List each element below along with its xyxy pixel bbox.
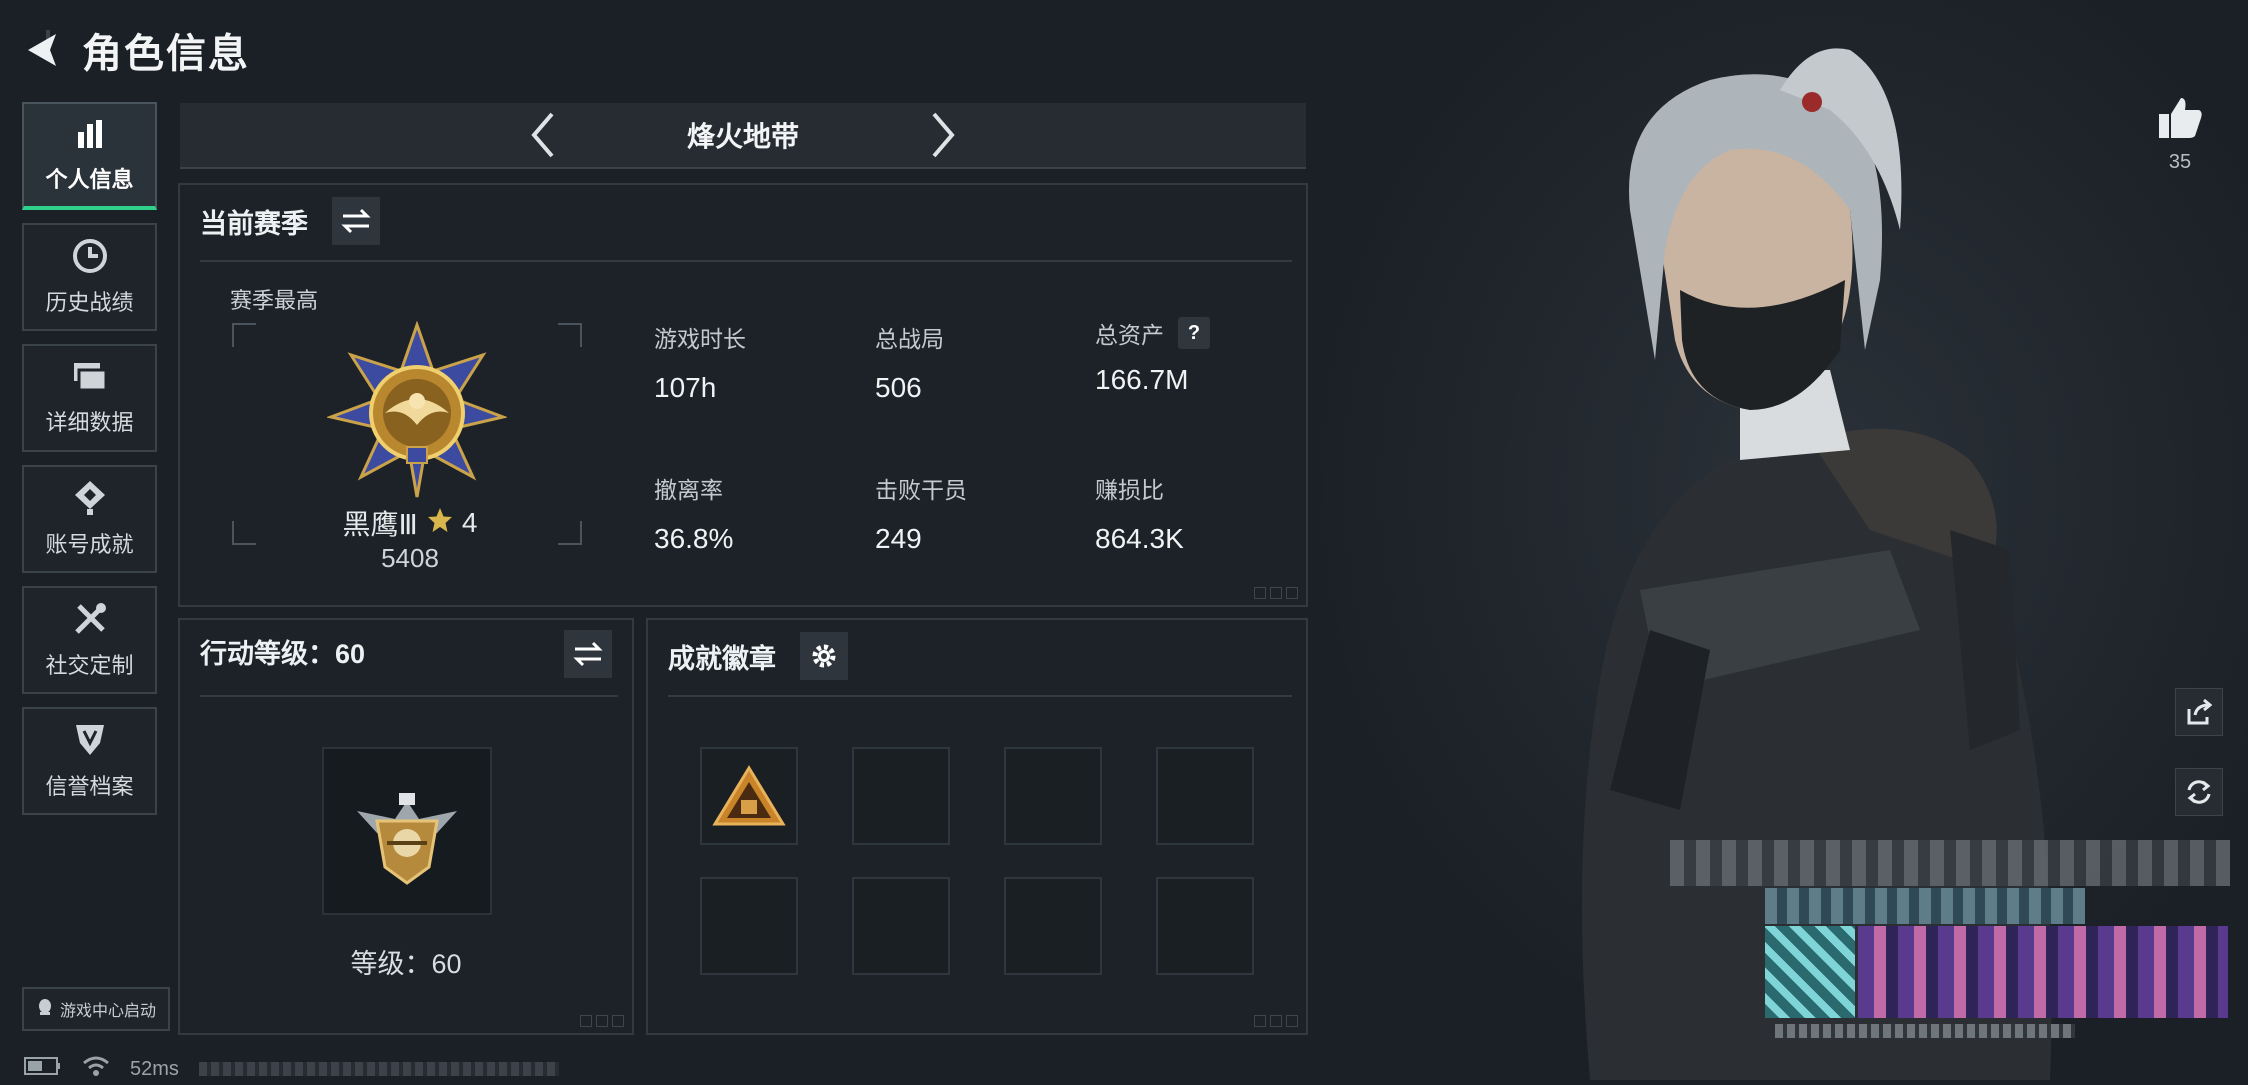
rank-score: 5408 xyxy=(381,543,439,573)
blurred-version-text xyxy=(198,1062,559,1076)
warning-triangle-badge-icon xyxy=(712,765,786,826)
refresh-icon xyxy=(2187,780,2211,804)
sidebar-item-label: 详细数据 xyxy=(45,410,134,435)
thumbs-up-icon[interactable] xyxy=(2157,98,2203,144)
sidebar-item-achievements[interactable]: 账号成就 xyxy=(22,465,157,573)
gear-icon xyxy=(812,644,836,668)
stat-kills: 击败干员 249 xyxy=(875,471,967,555)
stat-label: 击败干员 xyxy=(875,477,967,503)
corner-decoration xyxy=(580,1015,624,1027)
corner-decoration xyxy=(1254,1015,1298,1027)
badge-slot[interactable] xyxy=(700,747,798,845)
swap-icon xyxy=(573,641,603,667)
stat-value: 107h xyxy=(654,372,717,403)
page-title: 角色信息 xyxy=(82,32,250,76)
badge-slot[interactable] xyxy=(852,747,950,845)
achievements-panel: 成就徽章 xyxy=(646,618,1308,1035)
sidebar-item-history[interactable]: 历史战绩 xyxy=(22,223,157,331)
like-count: 35 xyxy=(2168,151,2192,173)
stat-label: 撤离率 xyxy=(654,477,723,503)
aircraft-level-badge-icon xyxy=(357,793,457,885)
stat-label: 总资产 xyxy=(1095,322,1164,348)
action-level-title: 行动等级：60 xyxy=(200,639,366,669)
battery-icon xyxy=(24,1056,62,1082)
divider xyxy=(200,695,618,697)
badge-slot[interactable] xyxy=(1156,877,1254,975)
qq-icon xyxy=(36,997,54,1022)
stat-label: 赚损比 xyxy=(1095,477,1164,503)
black-hawk-rank-medal-icon xyxy=(325,320,509,506)
rank-name: 黑鹰Ⅲ xyxy=(342,509,418,540)
achievements-title: 成就徽章 xyxy=(668,643,776,674)
badge-slot[interactable] xyxy=(1004,747,1102,845)
badge-slot[interactable] xyxy=(852,877,950,975)
header: 角色信息 xyxy=(20,20,250,80)
sidebar-item-label: 信誉档案 xyxy=(45,774,134,799)
sidebar-item-social[interactable]: 社交定制 xyxy=(22,586,157,694)
next-mode-button[interactable] xyxy=(908,110,978,160)
divider xyxy=(200,260,1292,262)
stat-label: 总战局 xyxy=(875,326,944,352)
swap-icon xyxy=(341,208,371,234)
tools-icon xyxy=(71,600,109,638)
season-best-label: 赛季最高 xyxy=(230,288,319,313)
season-switch-button[interactable] xyxy=(332,197,380,245)
stat-label: 游戏时长 xyxy=(654,326,746,352)
sidebar-item-label: 个人信息 xyxy=(45,167,134,192)
mode-name: 烽火地带 xyxy=(686,121,799,152)
status-bar: 52ms xyxy=(24,1055,559,1083)
badge-slot[interactable] xyxy=(1004,877,1102,975)
ping-value: 52ms xyxy=(130,1057,179,1080)
stat-value: 36.8% xyxy=(654,523,734,554)
corner-decoration xyxy=(1254,587,1298,599)
stat-extraction-rate: 撤离率 36.8% xyxy=(654,471,733,555)
stat-total-assets: 总资产? 166.7M xyxy=(1095,316,1210,396)
launch-label: 游戏中心启动 xyxy=(59,1003,156,1020)
wifi-icon xyxy=(82,1055,110,1083)
sidebar-item-detailed-data[interactable]: 详细数据 xyxy=(22,344,157,452)
level-text: 等级：60 xyxy=(350,949,462,979)
game-center-launch-button[interactable]: 游戏中心启动 xyxy=(22,987,170,1031)
stat-profit-ratio: 赚损比 864.3K xyxy=(1095,471,1184,555)
rank-line: 黑鹰Ⅲ 4 xyxy=(230,503,590,543)
prev-mode-button[interactable] xyxy=(508,110,578,160)
rank-stars: 4 xyxy=(461,507,478,538)
like-widget: 35 xyxy=(2155,96,2205,174)
shield-icon xyxy=(72,721,108,759)
divider xyxy=(668,695,1292,697)
sidebar-item-label: 账号成就 xyxy=(45,532,134,557)
stat-value: 506 xyxy=(875,372,922,403)
level-badge-box xyxy=(322,747,492,915)
badge-slot[interactable] xyxy=(700,877,798,975)
pixelated-player-card xyxy=(1670,840,2230,1040)
sidebar-item-label: 历史战绩 xyxy=(45,290,134,315)
stat-value: 166.7M xyxy=(1095,364,1189,395)
clock-icon xyxy=(71,237,109,275)
sidebar: 个人信息 历史战绩 详细数据 账号成就 社交定制 信誉档案 xyxy=(22,102,159,828)
action-level-panel: 行动等级：60 等级：60 xyxy=(178,618,634,1035)
stat-playtime: 游戏时长 107h xyxy=(654,320,746,404)
level-switch-button[interactable] xyxy=(564,630,612,678)
stat-value: 864.3K xyxy=(1095,523,1184,554)
star-icon xyxy=(426,506,454,541)
badge-settings-button[interactable] xyxy=(800,632,848,680)
season-title: 当前赛季 xyxy=(200,208,308,239)
refresh-button[interactable] xyxy=(2175,768,2223,816)
stat-total-matches: 总战局 506 xyxy=(875,320,944,404)
help-button[interactable]: ? xyxy=(1178,317,1210,349)
bar-chart-icon xyxy=(72,116,108,152)
sidebar-item-label: 社交定制 xyxy=(45,653,134,678)
badge-slot[interactable] xyxy=(1156,747,1254,845)
folder-icon xyxy=(70,359,110,395)
mode-selector: 烽火地带 xyxy=(180,103,1306,169)
sidebar-item-reputation[interactable]: 信誉档案 xyxy=(22,707,157,815)
sidebar-item-personal-info[interactable]: 个人信息 xyxy=(22,102,157,210)
share-icon xyxy=(2187,699,2213,725)
share-button[interactable] xyxy=(2175,688,2223,736)
current-season-panel: 当前赛季 赛季最高 黑鹰Ⅲ 4 5408 游戏时长 107h 总战局 506 总… xyxy=(178,183,1308,607)
back-arrow-icon[interactable] xyxy=(20,28,64,72)
stat-value: 249 xyxy=(875,523,922,554)
achievement-icon xyxy=(72,479,108,517)
